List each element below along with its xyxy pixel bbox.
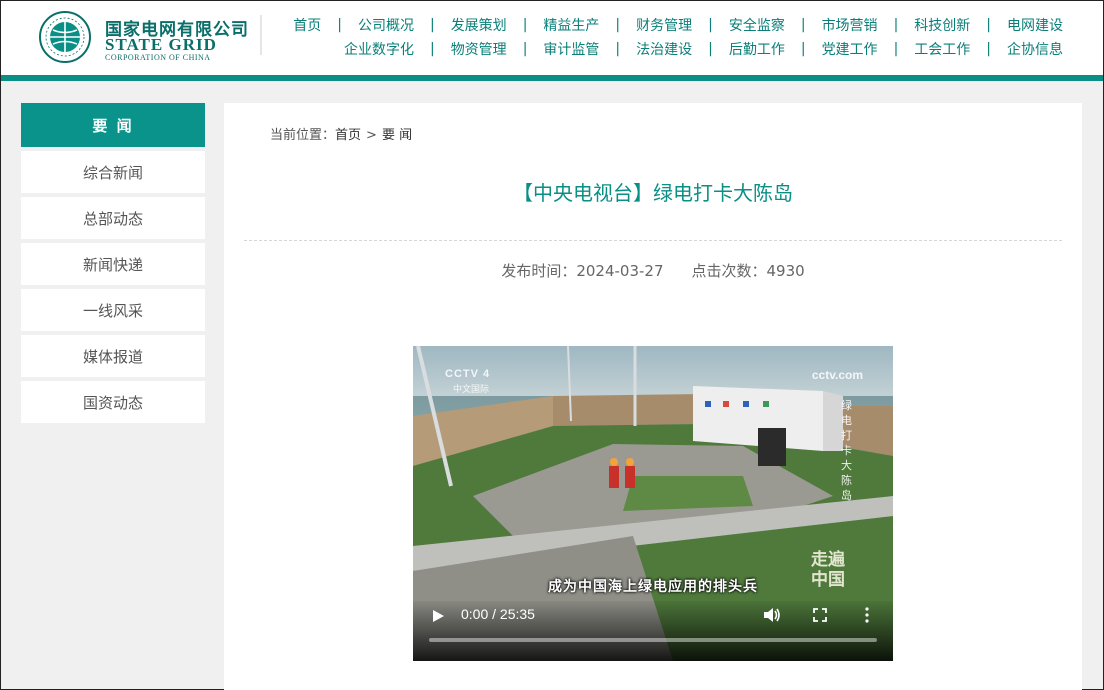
breadcrumb-home-link[interactable]: 首页 (335, 128, 361, 143)
breadcrumb: 当前位置：首页 > 要 闻 (270, 124, 412, 143)
nav-row1-item-1[interactable]: 公司概况 (358, 15, 414, 35)
nav-separator: | (337, 17, 342, 33)
sidebar-item-headquarters[interactable]: 总部动态 (21, 197, 205, 239)
title-divider (244, 240, 1062, 241)
nav-row2-item-5[interactable]: 党建工作 (822, 39, 878, 59)
view-count: 点击次数：4930 (691, 262, 805, 280)
site-logo: cctv.com (811, 368, 863, 382)
sidebar-item-news-express[interactable]: 新闻快递 (21, 243, 205, 285)
play-icon[interactable] (431, 609, 445, 623)
logo-name-en-sub: CORPORATION OF CHINA (105, 53, 211, 62)
nav-separator: | (986, 17, 991, 33)
vertical-caption: 绿电打卡大陈岛 (841, 399, 852, 502)
nav-row1-item-7[interactable]: 科技创新 (914, 15, 970, 35)
nav-separator: | (615, 17, 621, 33)
state-grid-logo[interactable]: 国家电网有限公司 STATE GRID CORPORATION OF CHINA (39, 11, 269, 63)
article-meta: 发布时间：2024-03-27 点击次数：4930 (224, 260, 1082, 281)
main-nav-row-1: 首页 | 公司概况 | 发展策划 | 精益生产 | 财务管理 | 安全监察 | 市场营销 | 科技创新 | 电网… (293, 15, 1063, 35)
breadcrumb-label: 当前位置： (270, 128, 336, 143)
nav-row2-item-2[interactable]: 审计监管 (543, 39, 599, 59)
sidebar-item-sasac-news[interactable]: 国资动态 (21, 381, 205, 423)
article-panel: 当前位置：首页 > 要 闻 【中央电视台】绿电打卡大陈岛 发布时间：2024-03-… (224, 103, 1082, 690)
sidebar-heading[interactable]: 要 闻 (21, 103, 205, 147)
nav-separator: | (708, 41, 713, 57)
nav-row1-item-2[interactable]: 发展策划 (451, 15, 507, 35)
sidebar-item-frontline[interactable]: 一线风采 (21, 289, 205, 331)
nav-separator: | (429, 17, 435, 33)
nav-row2-item-4[interactable]: 后勤工作 (729, 39, 785, 59)
nav-separator: | (893, 17, 899, 33)
breadcrumb-separator: > (366, 128, 377, 143)
nav-row2-item-6[interactable]: 工会工作 (914, 39, 970, 59)
nav-separator: | (708, 17, 713, 33)
article-title: 【中央电视台】绿电打卡大陈岛 (513, 181, 793, 205)
nav-row1-item-3[interactable]: 精益生产 (543, 15, 599, 35)
publish-date: 发布时间：2024-03-27 (501, 262, 664, 280)
video-subtitle: 成为中国海上绿电应用的排头兵 (548, 579, 758, 595)
nav-separator: | (522, 41, 528, 57)
more-options-icon[interactable] (864, 607, 870, 623)
video-player[interactable]: CCTV 4 中文国际 cctv.com 绿电打卡大陈岛 走遍中国 成为中国海上… (413, 346, 893, 661)
nav-separator: | (893, 41, 899, 57)
state-grid-globe-icon (39, 11, 91, 63)
nav-row1-item-0[interactable]: 首页 (293, 15, 321, 35)
sidebar: 要 闻 综合新闻 总部动态 新闻快递 一线风采 媒体报道 国资动态 (21, 103, 205, 423)
nav-separator: | (429, 41, 435, 57)
volume-icon[interactable] (763, 607, 781, 623)
nav-row1-item-5[interactable]: 安全监察 (729, 15, 785, 35)
header-accent-band (1, 75, 1103, 81)
nav-separator: | (986, 41, 991, 57)
site-header: 国家电网有限公司 STATE GRID CORPORATION OF CHINA… (1, 1, 1103, 77)
nav-row2-item-0[interactable]: 企业数字化 (344, 39, 414, 59)
main-nav-row-2: 企业数字化 | 物资管理 | 审计监管 | 法治建设 | 后勤工作 | 党建工作 | 工会工作 | 企协信息 (344, 39, 1063, 59)
channel-logo-sub: 中文国际 (453, 385, 490, 395)
video-time: 0:00 / 25:35 (461, 606, 535, 622)
fullscreen-icon[interactable] (813, 608, 827, 622)
nav-row2-item-1[interactable]: 物资管理 (451, 39, 507, 59)
header-divider (260, 15, 262, 55)
nav-separator: | (800, 41, 806, 57)
nav-row2-item-7[interactable]: 企协信息 (1007, 39, 1063, 59)
nav-separator: | (800, 17, 806, 33)
breadcrumb-current-link[interactable]: 要 闻 (382, 128, 412, 143)
video-controls: 0:00 / 25:35 (413, 601, 893, 661)
nav-separator: | (615, 41, 621, 57)
nav-row2-item-3[interactable]: 法治建设 (636, 39, 692, 59)
nav-row1-item-4[interactable]: 财务管理 (636, 15, 692, 35)
logo-name-en: STATE GRID (105, 35, 217, 54)
nav-row1-item-8[interactable]: 电网建设 (1007, 15, 1063, 35)
video-progress-bar[interactable] (429, 638, 877, 642)
channel-logo: CCTV 4 (445, 368, 491, 380)
nav-row1-item-6[interactable]: 市场营销 (822, 15, 878, 35)
nav-separator: | (522, 17, 528, 33)
sidebar-item-general-news[interactable]: 综合新闻 (21, 151, 205, 193)
sidebar-item-media-reports[interactable]: 媒体报道 (21, 335, 205, 377)
